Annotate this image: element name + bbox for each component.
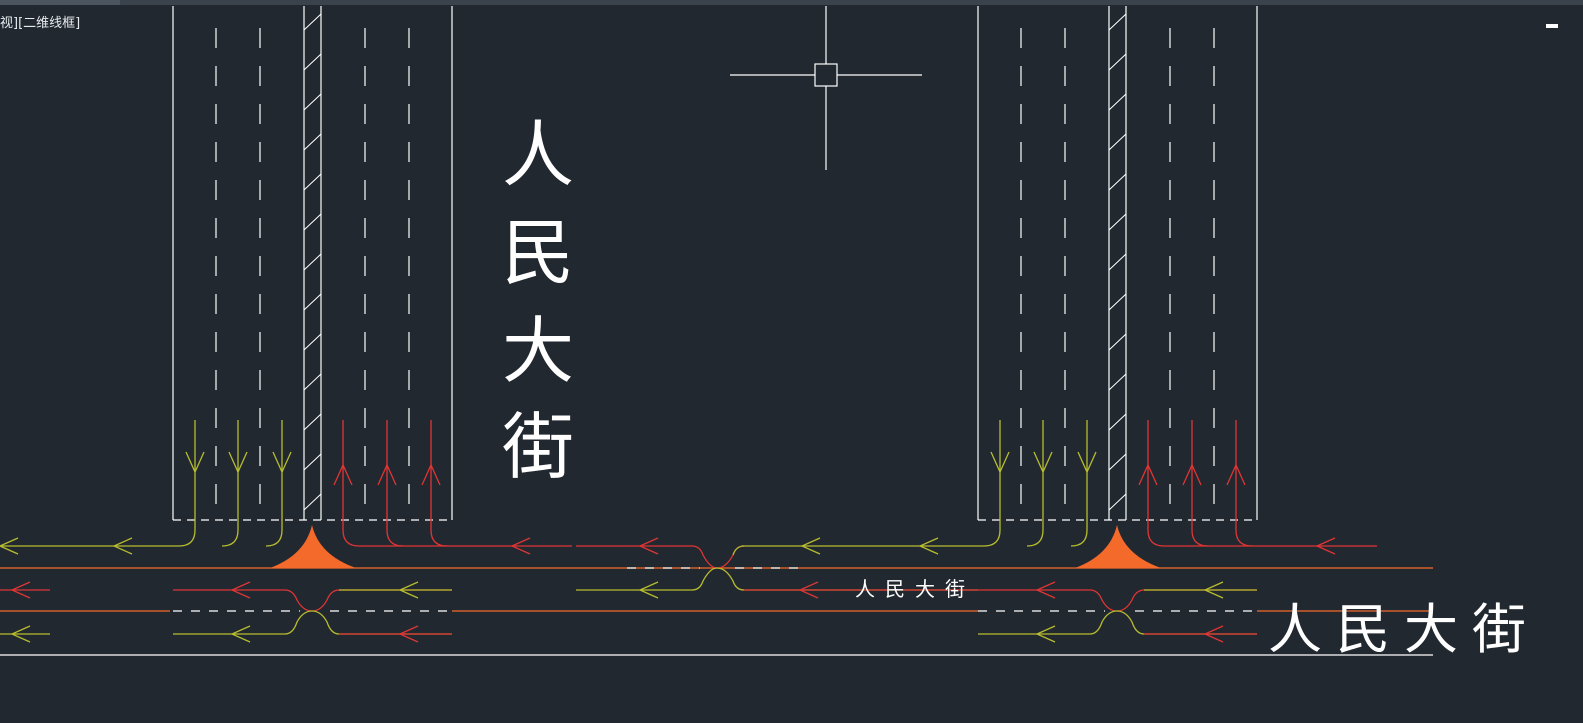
street-label-large: 人民大街 [1268,598,1540,661]
median-hatch-right [1108,13,1127,511]
street-char-3: 大 [502,309,574,393]
median-hatch-left [303,13,322,511]
street-char-2: 民 [502,211,574,295]
street-char-1: 人 [502,113,574,197]
street-char-4: 街 [502,405,574,489]
vertical-road-right [977,6,1258,521]
flow-eastbound-right [1138,420,1377,555]
horizontal-center-dashes [173,567,1257,612]
uturn-right [978,581,1257,643]
street-label-vertical: 人 民 大 街 [502,113,574,489]
street-label-small: 人民大街 [855,577,975,601]
uturn-left [0,581,452,643]
flow-westbound-right [742,420,1097,555]
vertical-road-left [172,6,453,521]
crosshair-cursor-icon [730,6,922,170]
cad-model-space[interactable]: 人 民 大 街 人民大街 人民大街 [0,0,1583,723]
flow-westbound-left [0,420,292,555]
